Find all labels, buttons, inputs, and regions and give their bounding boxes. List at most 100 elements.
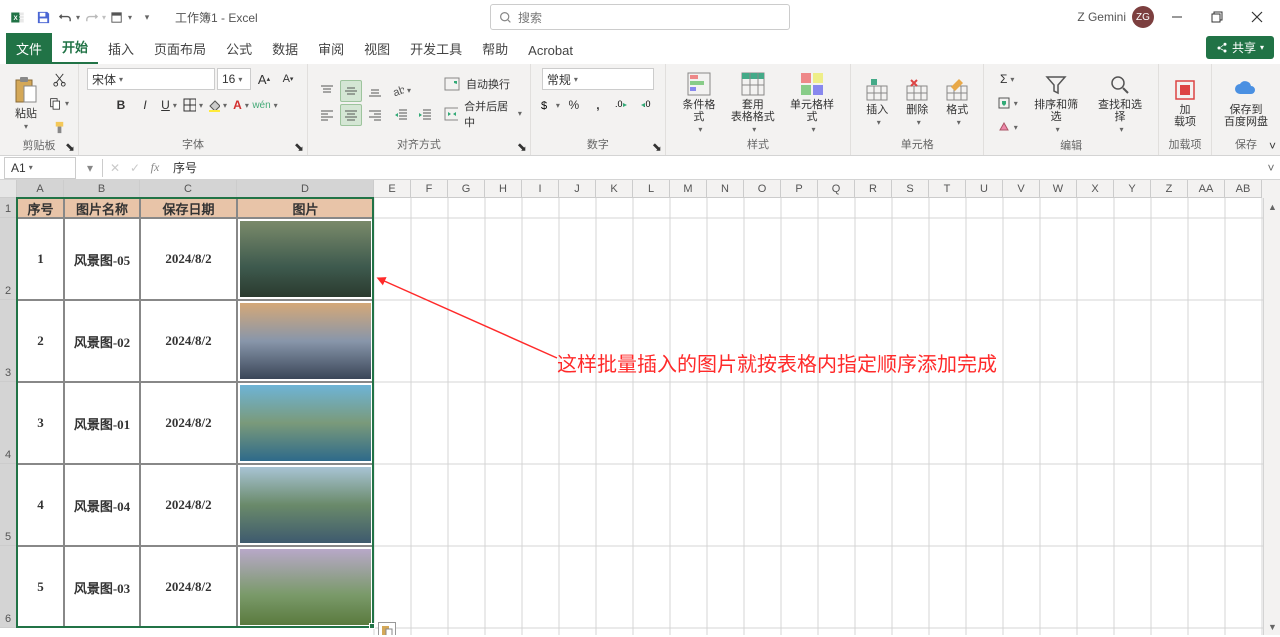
image-cell[interactable] — [237, 300, 374, 382]
col-header-A[interactable]: A — [17, 180, 64, 198]
tab-insert[interactable]: 插入 — [98, 33, 144, 64]
cut-button[interactable] — [48, 68, 70, 90]
italic-button[interactable]: I — [134, 94, 156, 116]
row-header-6[interactable]: 6 — [0, 546, 17, 628]
col-header-X[interactable]: X — [1077, 180, 1114, 198]
col-header-J[interactable]: J — [559, 180, 596, 198]
addins-button[interactable]: 加 载项 — [1167, 76, 1203, 130]
number-launcher[interactable]: ⬊ — [651, 141, 663, 153]
col-header-F[interactable]: F — [411, 180, 448, 198]
bold-button[interactable]: B — [110, 94, 132, 116]
clear-button[interactable] — [992, 116, 1022, 138]
insert-cells-button[interactable]: 插入 — [859, 76, 895, 129]
col-header-B[interactable]: B — [64, 180, 140, 198]
col-header-AA[interactable]: AA — [1188, 180, 1225, 198]
col-header-G[interactable]: G — [448, 180, 485, 198]
tab-home[interactable]: 开始 — [52, 31, 98, 64]
comma-button[interactable]: , — [587, 94, 609, 116]
tab-file[interactable]: 文件 — [6, 33, 52, 64]
name-box[interactable]: A1 — [4, 157, 76, 179]
col-header-Y[interactable]: Y — [1114, 180, 1151, 198]
col-header-K[interactable]: K — [596, 180, 633, 198]
col-header-E[interactable]: E — [374, 180, 411, 198]
col-header-O[interactable]: O — [744, 180, 781, 198]
user-avatar[interactable]: ZG — [1132, 6, 1154, 28]
align-middle-button[interactable] — [340, 80, 362, 102]
decrease-decimal-button[interactable]: .0 — [635, 94, 657, 116]
conditional-format-button[interactable]: 条件格式 — [674, 69, 724, 136]
find-select-button[interactable]: 查找和选择 — [1090, 71, 1150, 136]
tab-view[interactable]: 视图 — [354, 33, 400, 64]
data-cell[interactable]: 风景图-03 — [64, 546, 140, 628]
data-cell[interactable]: 2024/8/2 — [140, 218, 237, 300]
data-cell[interactable]: 1 — [17, 218, 64, 300]
data-cell[interactable]: 2024/8/2 — [140, 464, 237, 546]
image-cell[interactable] — [237, 464, 374, 546]
minimize-button[interactable] — [1160, 3, 1194, 31]
data-cell[interactable]: 3 — [17, 382, 64, 464]
data-cell[interactable]: 风景图-04 — [64, 464, 140, 546]
header-cell[interactable]: 图片 — [237, 198, 374, 218]
data-cell[interactable]: 风景图-01 — [64, 382, 140, 464]
sort-filter-button[interactable]: 排序和筛选 — [1026, 71, 1086, 136]
tab-developer[interactable]: 开发工具 — [400, 33, 472, 64]
tab-data[interactable]: 数据 — [262, 33, 308, 64]
col-header-W[interactable]: W — [1040, 180, 1077, 198]
image-cell[interactable] — [237, 382, 374, 464]
format-cells-button[interactable]: 格式 — [939, 76, 975, 129]
search-box[interactable]: 搜索 — [490, 4, 790, 30]
row-header-5[interactable]: 5 — [0, 464, 17, 546]
data-cell[interactable]: 风景图-05 — [64, 218, 140, 300]
autosum-button[interactable]: Σ — [992, 68, 1022, 90]
borders-button[interactable] — [182, 94, 204, 116]
formula-input[interactable]: 序号 — [165, 159, 1262, 176]
undo-button[interactable] — [58, 6, 80, 28]
tab-acrobat[interactable]: Acrobat — [518, 37, 583, 64]
col-header-M[interactable]: M — [670, 180, 707, 198]
cell-styles-button[interactable]: 单元格样式 — [782, 69, 842, 136]
image-cell[interactable] — [237, 218, 374, 300]
phonetic-button[interactable]: wén — [254, 94, 276, 116]
merge-center-button[interactable]: 合并后居中 — [444, 98, 522, 130]
col-header-R[interactable]: R — [855, 180, 892, 198]
select-all-corner[interactable] — [0, 180, 17, 198]
qat-custom-button[interactable] — [110, 6, 132, 28]
col-header-Z[interactable]: Z — [1151, 180, 1188, 198]
close-button[interactable] — [1240, 3, 1274, 31]
data-cell[interactable]: 风景图-02 — [64, 300, 140, 382]
vertical-scrollbar[interactable]: ▲ ▼ — [1263, 198, 1280, 635]
indent-increase-button[interactable] — [414, 104, 436, 126]
grow-font-button[interactable]: A▴ — [253, 68, 275, 90]
ribbon-collapse-button[interactable]: ˅ — [1269, 139, 1276, 153]
font-launcher[interactable]: ⬊ — [293, 141, 305, 153]
formula-bar-expand[interactable]: ˅ — [1262, 161, 1280, 175]
fill-color-button[interactable] — [206, 94, 228, 116]
col-header-AB[interactable]: AB — [1225, 180, 1262, 198]
wrap-text-button[interactable]: 自动换行 — [444, 76, 522, 92]
number-format-combo[interactable]: 常规 — [542, 68, 654, 90]
paste-button[interactable]: 粘贴 ▾ — [8, 74, 44, 133]
col-header-I[interactable]: I — [522, 180, 559, 198]
tab-formulas[interactable]: 公式 — [216, 33, 262, 64]
share-button[interactable]: 共享 ▾ — [1206, 36, 1274, 59]
data-cell[interactable]: 4 — [17, 464, 64, 546]
row-header-1[interactable]: 1 — [0, 198, 17, 218]
qat-more-button[interactable]: ▾ — [136, 6, 158, 28]
orientation-button[interactable]: ab — [390, 80, 412, 102]
format-painter-button[interactable] — [48, 116, 70, 138]
tab-pagelayout[interactable]: 页面布局 — [144, 33, 216, 64]
fill-button[interactable] — [992, 92, 1022, 114]
copy-button[interactable] — [48, 92, 70, 114]
tab-review[interactable]: 审阅 — [308, 33, 354, 64]
tab-help[interactable]: 帮助 — [472, 33, 518, 64]
col-header-Q[interactable]: Q — [818, 180, 855, 198]
table-format-button[interactable]: 套用 表格格式 — [728, 69, 778, 136]
paste-options-button[interactable] — [378, 622, 396, 635]
save-baidu-button[interactable]: 保存到 百度网盘 — [1220, 76, 1272, 130]
col-header-V[interactable]: V — [1003, 180, 1040, 198]
header-cell[interactable]: 序号 — [17, 198, 64, 218]
align-left-button[interactable] — [316, 104, 338, 126]
scroll-down-button[interactable]: ▼ — [1264, 618, 1280, 635]
align-center-button[interactable] — [340, 104, 362, 126]
col-header-L[interactable]: L — [633, 180, 670, 198]
